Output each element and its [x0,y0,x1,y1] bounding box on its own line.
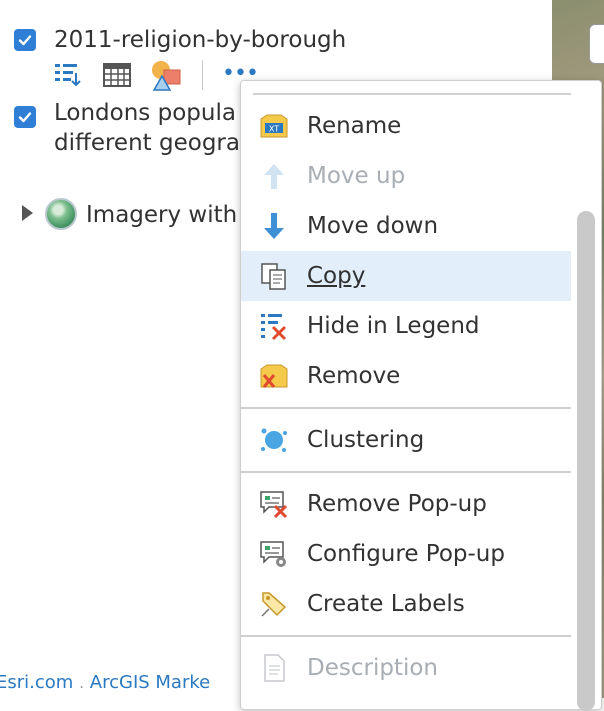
menu-scrollbar[interactable] [577,211,595,711]
arrow-up-icon [264,164,284,189]
layer-title[interactable]: 2011-religion-by-borough [54,25,346,55]
menu-divider [241,471,571,473]
show-table-icon[interactable] [102,60,132,94]
globe-icon [45,198,77,230]
layer-context-menu: XT Rename Move up Move down Copy Hide in… [240,80,602,711]
configure-popup-icon [260,541,286,567]
menu-item-label: Copy [307,263,366,289]
footer-link-esri[interactable]: Esri.com [0,672,73,693]
hide-legend-icon [261,314,287,341]
remove-popup-icon [260,491,288,519]
footer-link-marketplace[interactable]: ArcGIS Marke [90,672,210,693]
arrow-down-icon [264,213,284,239]
clustering-icon [261,428,287,452]
menu-item-label: Remove [307,363,401,389]
layer-visibility-checkbox[interactable] [14,29,36,51]
menu-item-label: Clustering [307,427,425,453]
menu-item-configure-popup[interactable]: Configure Pop-up [241,529,571,579]
create-labels-icon [261,592,287,617]
footer-separator: . [79,676,84,692]
menu-item-remove[interactable]: Remove [241,351,571,401]
description-icon [264,654,285,682]
menu-item-label: Create Labels [307,591,465,617]
menu-item-create-labels[interactable]: Create Labels [241,579,571,629]
change-style-icon[interactable] [150,58,184,96]
menu-item-move-down[interactable]: Move down [241,201,571,251]
show-legend-icon[interactable] [53,60,83,94]
menu-divider [241,407,571,409]
menu-item-hide-in-legend[interactable]: Hide in Legend [241,301,571,351]
map-control-button[interactable] [589,24,604,64]
menu-item-label: Hide in Legend [307,313,480,339]
menu-item-label: Description [307,655,438,681]
menu-item-label: Move down [307,213,439,239]
menu-item-clustering[interactable]: Clustering [241,415,571,465]
checkmark-icon [18,112,32,123]
layer-title[interactable]: Londons popula [54,98,236,128]
menu-item-label: Rename [307,113,402,139]
checkmark-icon [18,35,32,46]
menu-item-label: Configure Pop-up [307,541,505,567]
menu-item-remove-popup[interactable]: Remove Pop-up [241,479,571,529]
basemap-title[interactable]: Imagery with [86,200,237,230]
toolbar-divider [202,60,203,90]
footer-links: Esri.com. ArcGIS Marke [0,668,210,698]
menu-item-copy[interactable]: Copy [241,251,571,301]
menu-item-move-up[interactable]: Move up [241,151,571,201]
menu-item-rename[interactable]: XT Rename [241,101,571,151]
remove-icon [260,364,288,388]
menu-divider [253,93,571,95]
rename-icon: XT [260,114,288,138]
expand-arrow-icon[interactable] [22,205,33,221]
menu-divider [241,635,571,637]
menu-item-label: Remove Pop-up [307,491,487,517]
menu-item-description[interactable]: Description [241,643,571,693]
layer-visibility-checkbox[interactable] [14,106,36,128]
svg-text:XT: XT [269,125,279,134]
menu-item-label: Move up [307,163,406,189]
layer-title-line2[interactable]: different geogra [54,128,240,158]
copy-icon [261,263,286,290]
